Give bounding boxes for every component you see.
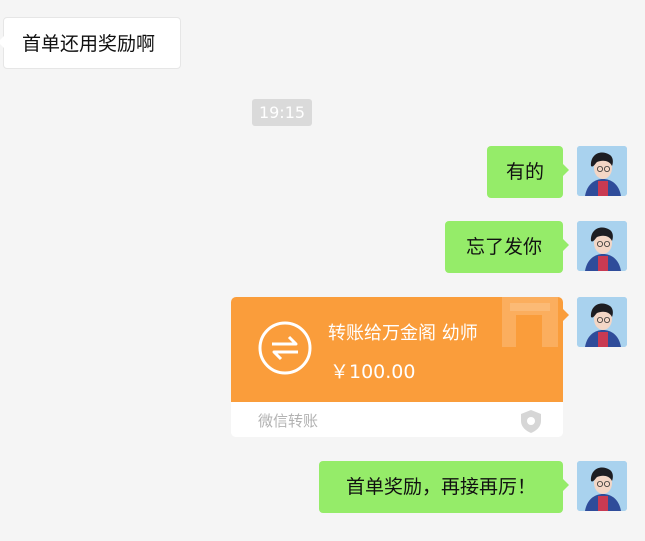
incoming-message-bubble[interactable]: 首单还用奖励啊 — [0, 17, 181, 69]
message-text: 首单奖励，再接再厉！ — [345, 476, 536, 498]
user-avatar[interactable] — [577, 461, 627, 511]
user-avatar[interactable] — [577, 221, 627, 271]
transfer-label: 微信转账 — [258, 412, 319, 430]
transfer-card[interactable]: 转账给万金阁 幼师 ￥100.00 微信转账 — [231, 297, 563, 437]
message-timestamp: 19:15 — [252, 99, 312, 126]
transfer-arrows-icon — [258, 321, 312, 375]
transfer-amount: ￥100.00 — [330, 361, 416, 383]
avatar-illustration — [577, 297, 627, 347]
avatar-illustration — [577, 146, 627, 196]
transfer-card-header: 转账给万金阁 幼师 ￥100.00 — [231, 297, 563, 402]
transfer-decoration-icon — [502, 297, 558, 347]
user-avatar[interactable] — [577, 297, 627, 347]
transfer-card-pointer — [563, 309, 569, 321]
outgoing-message-bubble[interactable]: 首单奖励，再接再厉！ — [319, 461, 569, 513]
message-text: 忘了发你 — [465, 236, 542, 258]
wechat-pay-shield-icon — [521, 410, 541, 433]
transfer-card-footer: 微信转账 — [231, 402, 563, 437]
transfer-recipient: 转账给万金阁 幼师 — [328, 323, 478, 344]
avatar-illustration — [577, 461, 627, 511]
message-text: 首单还用奖励啊 — [22, 33, 156, 55]
user-avatar[interactable] — [577, 146, 627, 196]
outgoing-message-bubble[interactable]: 忘了发你 — [445, 221, 569, 273]
message-text: 有的 — [505, 161, 544, 183]
outgoing-message-bubble[interactable]: 有的 — [487, 146, 569, 198]
avatar-illustration — [577, 221, 627, 271]
